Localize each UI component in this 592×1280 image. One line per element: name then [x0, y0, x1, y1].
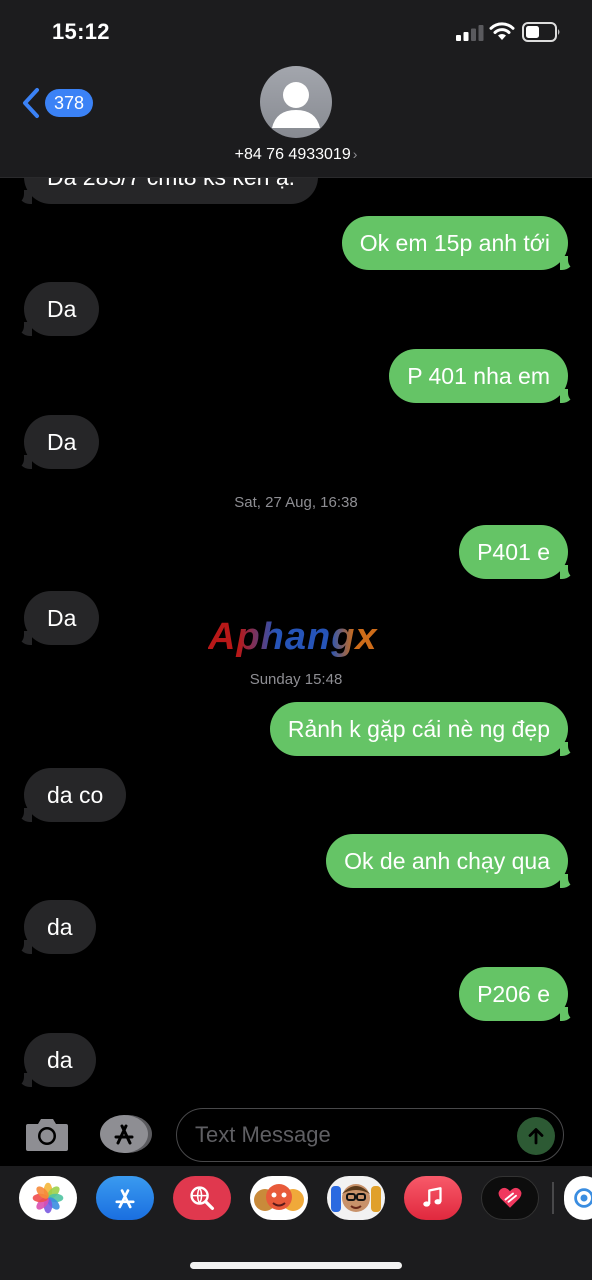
person-icon — [272, 82, 320, 128]
message-input[interactable] — [176, 1108, 564, 1162]
message-text: P206 e — [477, 981, 550, 1007]
message-bubble-incoming[interactable]: da — [14, 1033, 96, 1087]
music-icon[interactable] — [404, 1176, 462, 1220]
app-store-a-icon — [115, 1189, 135, 1209]
message-bubble-incoming[interactable]: da co — [14, 768, 127, 822]
contact-avatar[interactable] — [260, 66, 332, 138]
message-bubble-outgoing[interactable]: Ok de anh chạy qua — [326, 834, 578, 888]
send-button[interactable] — [517, 1117, 555, 1155]
conversation-header: 15:12 378 +84 76 4933019 › — [0, 0, 592, 178]
photos-flower-icon — [32, 1182, 64, 1214]
status-time: 15:12 — [52, 19, 110, 44]
message-text: da — [47, 914, 73, 940]
back-button[interactable]: 378 — [20, 86, 96, 120]
battery-icon — [522, 22, 560, 42]
conversation-timestamp: Sunday 15:48 — [249, 671, 343, 688]
message-bubble-incoming[interactable]: Da — [14, 282, 100, 336]
drawer-divider — [552, 1182, 554, 1214]
wifi-icon — [489, 22, 515, 40]
home-indicator[interactable] — [190, 1262, 402, 1269]
memoji-icon[interactable] — [327, 1176, 385, 1220]
message-text: Da — [47, 605, 77, 631]
partial-app-icon — [574, 1188, 592, 1208]
message-bubble-outgoing[interactable]: Ok em 15p anh tới — [341, 216, 578, 270]
camera-icon[interactable] — [24, 1114, 70, 1154]
animoji-faces-icon — [254, 1184, 304, 1211]
watermark-logo: Aphangx — [208, 616, 378, 658]
message-text: da co — [47, 782, 104, 808]
message-bubble-incoming[interactable]: da — [14, 900, 96, 954]
photos-icon[interactable] — [19, 1176, 77, 1220]
memoji-face-icon — [331, 1184, 381, 1212]
message-bubble-outgoing[interactable]: Rảnh k gặp cái nè ng đẹp — [269, 702, 578, 756]
more-apps-icon[interactable] — [564, 1176, 592, 1220]
arrow-up-icon — [528, 1128, 544, 1145]
contact-name-button[interactable]: +84 76 4933019 › — [0, 146, 592, 164]
conversation-timestamp: Sat, 27 Aug, 16:38 — [234, 494, 358, 511]
app-store-icon[interactable] — [96, 1176, 154, 1220]
message-bubble-outgoing[interactable]: P206 e — [459, 967, 578, 1021]
message-text: Da — [47, 296, 77, 322]
message-text: da — [47, 1047, 73, 1073]
contact-phone-number: +84 76 4933019 — [234, 146, 351, 163]
unread-count-badge: 378 — [45, 89, 94, 117]
digital-touch-icon[interactable] — [481, 1176, 539, 1220]
chevron-left-icon — [23, 88, 39, 118]
message-bubble-outgoing[interactable]: P 401 nha em — [389, 349, 578, 403]
message-text: Ok em 15p anh tới — [359, 230, 550, 256]
app-store-icon[interactable] — [98, 1114, 154, 1154]
chevron-right-icon: › — [352, 146, 358, 162]
web-search-icon[interactable] — [173, 1176, 231, 1220]
compose-bar — [0, 1100, 592, 1166]
message-bubble-outgoing[interactable]: P401 e — [459, 525, 578, 579]
music-note-icon — [423, 1187, 442, 1207]
message-text: Da — [47, 429, 77, 455]
globe-search-icon — [190, 1186, 214, 1210]
message-text: P 401 nha em — [407, 363, 550, 389]
message-text: Rảnh k gặp cái nè ng đẹp — [287, 716, 550, 742]
message-text: P401 e — [477, 539, 550, 565]
imessage-app-drawer — [0, 1166, 592, 1280]
message-bubble-incoming[interactable]: Da — [14, 415, 100, 469]
message-bubble-incoming[interactable]: Da — [14, 591, 100, 645]
heart-touch-icon — [498, 1187, 522, 1208]
message-text: Ok de anh chạy qua — [344, 848, 550, 874]
animoji-icon[interactable] — [250, 1176, 308, 1220]
cellular-signal-icon — [456, 25, 484, 41]
